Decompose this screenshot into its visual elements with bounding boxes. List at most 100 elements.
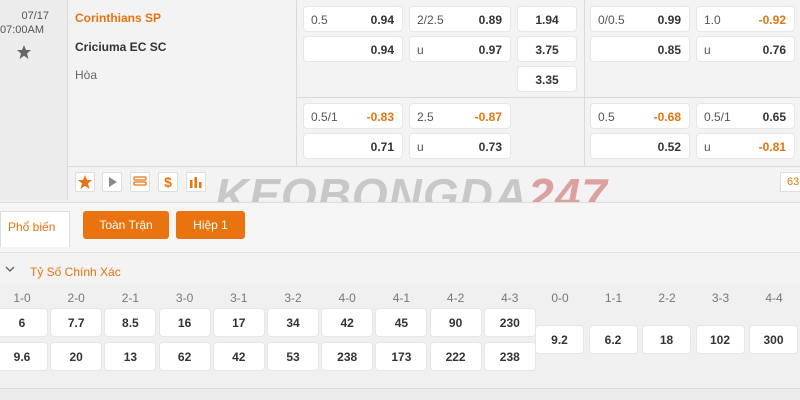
score-home-odd[interactable]: 230 — [484, 309, 535, 336]
score-label: 2-0 — [67, 291, 85, 305]
handicap-cell[interactable]: 0.5/1 -0.83 — [304, 104, 402, 128]
tab-first-half[interactable]: Hiệp 1 — [176, 211, 245, 239]
ou-odd: -0.87 — [474, 110, 502, 124]
score-away-odd[interactable]: 9.6 — [0, 343, 47, 370]
score-label: 1-0 — [13, 291, 31, 305]
ou-odd: 0.89 — [478, 13, 502, 27]
handicap-odd: -0.83 — [366, 110, 394, 124]
match-date: 07/17 — [21, 10, 49, 22]
score-home-odd[interactable]: 42 — [322, 309, 373, 336]
toolbar-dollar-button[interactable]: $ — [158, 172, 178, 192]
score-home-odd[interactable]: 8.5 — [105, 309, 156, 336]
market-tabs: Phổ biến Toàn Trận Hiệp 1 — [0, 202, 800, 252]
match-time-column: 07/17 07:00AM — [0, 0, 68, 200]
stats-icon — [190, 177, 202, 188]
handicap-cell[interactable]: 0.94 — [304, 37, 402, 61]
score-away-odd[interactable]: 53 — [268, 343, 318, 370]
score-away-odd[interactable]: 62 — [159, 343, 210, 370]
h1-over-under-cell[interactable]: 1.0 -0.92 — [697, 7, 794, 31]
score-away-odd[interactable]: 173 — [376, 343, 427, 370]
score-home-odd[interactable]: 45 — [376, 309, 427, 336]
draw-score-odd[interactable]: 6.2 — [589, 326, 637, 353]
score-home-odd[interactable]: 6 — [0, 309, 47, 336]
divider — [68, 166, 800, 167]
star-icon — [78, 175, 92, 189]
h1-handicap-cell[interactable]: 0.5 -0.68 — [591, 104, 689, 128]
h1-ou-odd: -0.81 — [758, 140, 786, 154]
h1-ou-line: u — [704, 140, 711, 154]
score-away-odd[interactable]: 13 — [105, 343, 156, 370]
h1-over-under-cell[interactable]: u -0.81 — [697, 134, 794, 158]
1x2-odd: 1.94 — [535, 13, 559, 27]
over-under-cell[interactable]: 2.5 -0.87 — [410, 104, 510, 128]
home-team[interactable]: Corinthians SP — [75, 11, 161, 25]
score-away-odd[interactable]: 42 — [213, 343, 264, 370]
1x2-odd: 3.35 — [535, 73, 559, 87]
1x2-cell[interactable]: 3.35 — [518, 67, 576, 91]
score-label: 3-0 — [175, 291, 194, 305]
draw-label: Hòa — [75, 68, 98, 82]
1x2-cell[interactable]: 1.94 — [518, 7, 576, 31]
draw-score-label: 4-4 — [765, 291, 783, 305]
score-label: 3-1 — [230, 291, 248, 305]
h1-ou-line: u — [704, 43, 711, 57]
page-number[interactable]: 63 — [780, 172, 800, 192]
handicap-cell[interactable]: 0.5 0.94 — [304, 7, 402, 31]
1x2-cell[interactable]: 3.75 — [518, 37, 576, 61]
teams-column: Corinthians SP Criciuma EC SC Hòa — [68, 0, 296, 166]
dollar-icon: $ — [164, 174, 172, 190]
h1-over-under-cell[interactable]: 0.5/1 0.65 — [697, 104, 794, 128]
toolbar-play-button[interactable] — [102, 172, 122, 192]
score-label: 4-1 — [392, 291, 411, 305]
list-icon — [133, 176, 147, 186]
section-title: Tỷ Số Chính Xác — [30, 265, 121, 279]
h1-ou-line: 0.5/1 — [704, 110, 731, 124]
correct-score-header[interactable]: Tỷ Số Chính Xác — [0, 252, 800, 284]
h1-handicap-line: 0/0.5 — [598, 13, 625, 27]
handicap-odd: 0.94 — [370, 13, 394, 27]
tab-popular[interactable]: Phổ biến — [0, 211, 70, 247]
match-panel: 07/17 07:00AM Corinthians SP Criciuma EC… — [0, 0, 800, 221]
score-label: 4-0 — [338, 291, 356, 305]
score-away-odd[interactable]: 20 — [51, 343, 102, 370]
over-under-cell[interactable]: u 0.73 — [410, 134, 510, 158]
handicap-odd: 0.71 — [370, 140, 394, 154]
handicap-odd: 0.94 — [370, 43, 394, 57]
h1-handicap-cell[interactable]: 0.85 — [591, 37, 689, 61]
score-home-odd[interactable]: 16 — [159, 309, 210, 336]
draw-score-odd[interactable]: 102 — [696, 326, 744, 353]
handicap-line: 0.5 — [311, 13, 328, 27]
toolbar-list-button[interactable] — [130, 172, 150, 192]
match-time: 07:00AM — [0, 24, 45, 36]
draw-score-label: 1-1 — [604, 291, 623, 305]
h1-over-under-cell[interactable]: u 0.76 — [697, 37, 794, 61]
over-under-cell[interactable]: u 0.97 — [410, 37, 510, 61]
draw-score-label: 2-2 — [658, 291, 676, 305]
handicap-cell[interactable]: 0.71 — [304, 134, 402, 158]
ou-line: 2.5 — [417, 110, 434, 124]
h1-handicap-cell[interactable]: 0/0.5 0.99 — [591, 7, 689, 31]
over-under-cell[interactable]: 2/2.5 0.89 — [410, 7, 510, 31]
h1-ou-odd: 0.65 — [762, 110, 786, 124]
score-home-odd[interactable]: 17 — [213, 309, 264, 336]
tab-full-match[interactable]: Toàn Trận — [83, 211, 169, 239]
score-away-odd[interactable]: 238 — [322, 343, 373, 370]
ou-odd: 0.73 — [478, 140, 502, 154]
score-away-odd[interactable]: 222 — [430, 343, 481, 370]
chevron-down-icon — [5, 266, 15, 272]
draw-score-odd[interactable]: 9.2 — [536, 326, 583, 353]
draw-score-odd[interactable]: 18 — [643, 326, 690, 353]
h1-handicap-line: 0.5 — [598, 110, 615, 124]
toolbar-stats-button[interactable] — [186, 172, 206, 192]
ou-line: u — [417, 140, 424, 154]
handicap-line: 0.5/1 — [311, 110, 338, 124]
score-home-odd[interactable]: 7.7 — [51, 309, 102, 336]
score-home-odd[interactable]: 34 — [268, 309, 318, 336]
favorite-star-icon[interactable] — [16, 44, 32, 60]
draw-score-odd[interactable]: 300 — [750, 326, 797, 353]
away-team[interactable]: Criciuma EC SC — [75, 40, 166, 54]
score-home-odd[interactable]: 90 — [430, 309, 481, 336]
h1-handicap-cell[interactable]: 0.52 — [591, 134, 689, 158]
toolbar-star-button[interactable] — [75, 172, 95, 192]
score-away-odd[interactable]: 238 — [484, 343, 535, 370]
